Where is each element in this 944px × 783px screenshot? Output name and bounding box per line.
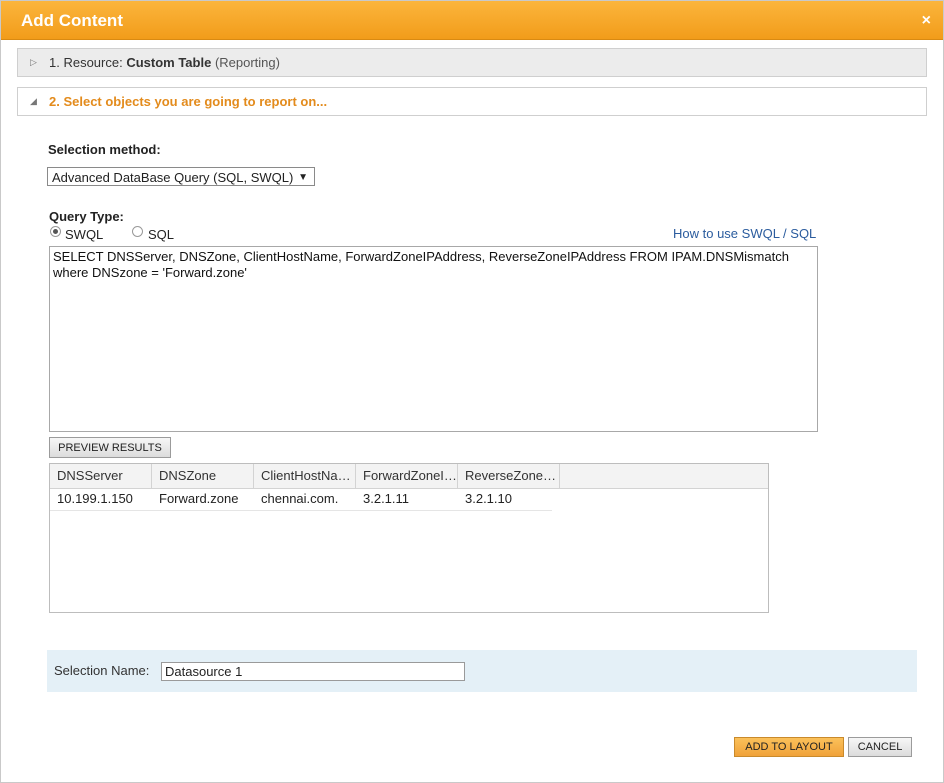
dialog-title-bar: Add Content ×	[1, 1, 943, 40]
selection-name-bar: Selection Name: Datasource 1	[47, 650, 917, 692]
cancel-button[interactable]: CANCEL	[848, 737, 912, 757]
column-header[interactable]: DNSZone	[152, 464, 254, 488]
column-header[interactable]: ReverseZoneIPAddress	[458, 464, 560, 488]
selection-method-label: Selection method:	[48, 142, 161, 157]
dialog-title: Add Content	[21, 11, 123, 30]
preview-results-button[interactable]: PREVIEW RESULTS	[49, 437, 171, 458]
step-1-suffix: (Reporting)	[211, 55, 280, 70]
close-icon[interactable]: ×	[922, 12, 931, 30]
selection-method-select[interactable]: Advanced DataBase Query (SQL, SWQL) ▼	[47, 167, 315, 186]
selection-name-input[interactable]: Datasource 1	[161, 662, 465, 681]
column-header[interactable]: DNSServer	[50, 464, 152, 488]
step-1-text: 1. Resource: Custom Table (Reporting)	[49, 55, 280, 70]
table-cell: Forward.zone	[159, 491, 239, 506]
grid-header: DNSServer DNSZone ClientHostName Forward…	[50, 464, 768, 489]
query-type-label: Query Type:	[49, 209, 124, 224]
step-1-prefix: 1. Resource:	[49, 55, 127, 70]
selection-method-value: Advanced DataBase Query (SQL, SWQL)	[52, 170, 294, 185]
selection-name-label: Selection Name:	[54, 663, 150, 678]
expand-arrow-icon[interactable]: ▷	[30, 57, 37, 68]
add-to-layout-button[interactable]: ADD TO LAYOUT	[734, 737, 844, 757]
swql-radio-label[interactable]: SWQL	[65, 227, 103, 242]
swql-radio[interactable]	[50, 226, 61, 237]
table-cell: 10.199.1.150	[57, 491, 133, 506]
step-2-select-objects[interactable]: ◢ 2. Select objects you are going to rep…	[17, 87, 927, 116]
step-1-resource[interactable]: ▷ 1. Resource: Custom Table (Reporting)	[17, 48, 927, 77]
swql-help-link[interactable]: How to use SWQL / SQL	[673, 226, 816, 241]
table-row[interactable]: 10.199.1.150 Forward.zone chennai.com. 3…	[50, 488, 552, 511]
sql-radio[interactable]	[132, 226, 143, 237]
column-header[interactable]: ClientHostName	[254, 464, 356, 488]
collapse-arrow-icon[interactable]: ◢	[30, 96, 37, 107]
add-content-dialog: Add Content × ▷ 1. Resource: Custom Tabl…	[0, 0, 944, 783]
query-textarea[interactable]: SELECT DNSServer, DNSZone, ClientHostNam…	[49, 246, 818, 432]
preview-results-grid: DNSServer DNSZone ClientHostName Forward…	[49, 463, 769, 613]
table-cell: 3.2.1.10	[465, 491, 512, 506]
sql-radio-label[interactable]: SQL	[148, 227, 174, 242]
table-cell: chennai.com.	[261, 491, 339, 506]
step-1-resource-name: Custom Table	[126, 55, 212, 70]
column-header[interactable]: ForwardZoneIPAddress	[356, 464, 458, 488]
dropdown-caret-icon: ▼	[298, 172, 308, 183]
step-2-text: 2. Select objects you are going to repor…	[49, 94, 328, 109]
table-cell: 3.2.1.11	[363, 491, 410, 506]
